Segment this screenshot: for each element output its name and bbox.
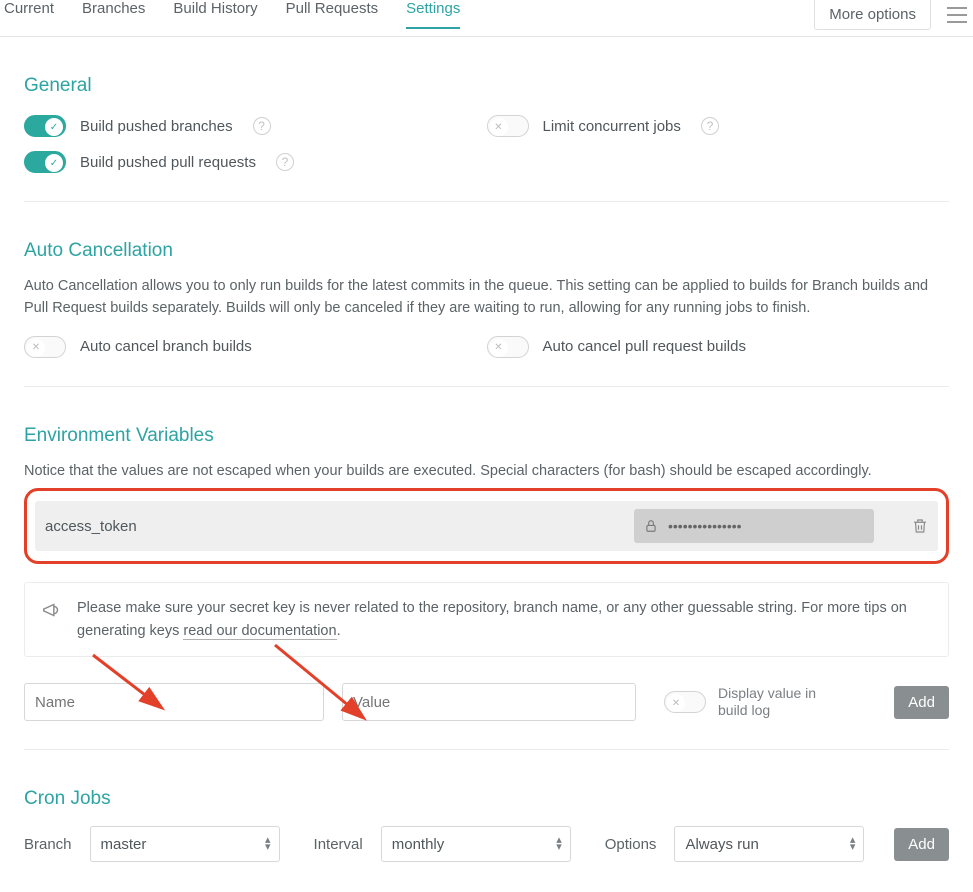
add-cron-job-button[interactable]: Add [894, 828, 949, 861]
cron-branch-label: Branch [24, 836, 72, 853]
toggle-auto-cancel-pr[interactable]: ✕ [487, 336, 529, 358]
env-var-name: access_token [45, 510, 606, 543]
label-display-value: Display value in build log [718, 685, 828, 719]
lock-icon [644, 519, 658, 533]
add-env-var-button[interactable]: Add [894, 686, 949, 719]
help-icon[interactable]: ? [701, 117, 719, 135]
toggle-display-value[interactable]: ✕ [664, 691, 706, 713]
cron-interval-select[interactable]: monthly ▴▾ [381, 826, 571, 862]
env-value-input[interactable] [342, 683, 636, 721]
tab-branches[interactable]: Branches [82, 0, 145, 29]
delete-env-var-button[interactable] [902, 505, 938, 547]
cron-branch-select[interactable]: master ▴▾ [90, 826, 280, 862]
chevron-updown-icon: ▴▾ [556, 837, 562, 851]
label-build-pushed-branches: Build pushed branches [80, 118, 233, 135]
cron-options-select[interactable]: Always run ▴▾ [674, 826, 864, 862]
tab-pull-requests[interactable]: Pull Requests [286, 0, 379, 29]
toggle-auto-cancel-branch[interactable]: ✕ [24, 336, 66, 358]
more-options-button[interactable]: More options [814, 0, 931, 30]
tab-build-history[interactable]: Build History [173, 0, 257, 29]
toggle-build-pushed-branches[interactable]: ✓ [24, 115, 66, 137]
cron-options-label: Options [605, 836, 657, 853]
help-icon[interactable]: ? [253, 117, 271, 135]
tabs: Current Branches Build History Pull Requ… [0, 0, 460, 29]
chevron-updown-icon: ▴▾ [265, 837, 271, 851]
read-docs-link[interactable]: read our documentation [183, 623, 336, 640]
tab-current[interactable]: Current [4, 0, 54, 29]
label-auto-cancel-pr: Auto cancel pull request builds [543, 338, 746, 355]
highlighted-env-row: access_token ••••••••••••••• [24, 488, 949, 564]
label-build-pushed-prs: Build pushed pull requests [80, 154, 256, 171]
hamburger-icon[interactable] [947, 7, 967, 23]
toggle-limit-concurrent-jobs[interactable]: ✕ [487, 115, 529, 137]
toggle-build-pushed-prs[interactable]: ✓ [24, 151, 66, 173]
trash-icon [911, 517, 929, 535]
tip-box: Please make sure your secret key is neve… [24, 582, 949, 657]
megaphone-icon [41, 599, 63, 621]
tab-settings[interactable]: Settings [406, 0, 460, 29]
section-title-auto-cancellation: Auto Cancellation [24, 240, 949, 262]
env-var-value-masked: ••••••••••••••• [634, 509, 874, 543]
help-icon[interactable]: ? [276, 153, 294, 171]
section-title-cron-jobs: Cron Jobs [24, 788, 949, 810]
chevron-updown-icon: ▴▾ [850, 837, 856, 851]
section-title-general: General [24, 75, 949, 97]
env-notice: Notice that the values are not escaped w… [24, 461, 949, 483]
section-title-env-vars: Environment Variables [24, 425, 949, 447]
auto-cancel-description: Auto Cancellation allows you to only run… [24, 276, 949, 320]
label-limit-concurrent-jobs: Limit concurrent jobs [543, 118, 681, 135]
env-name-input[interactable] [24, 683, 324, 721]
label-auto-cancel-branch: Auto cancel branch builds [80, 338, 252, 355]
cron-interval-label: Interval [314, 836, 363, 853]
